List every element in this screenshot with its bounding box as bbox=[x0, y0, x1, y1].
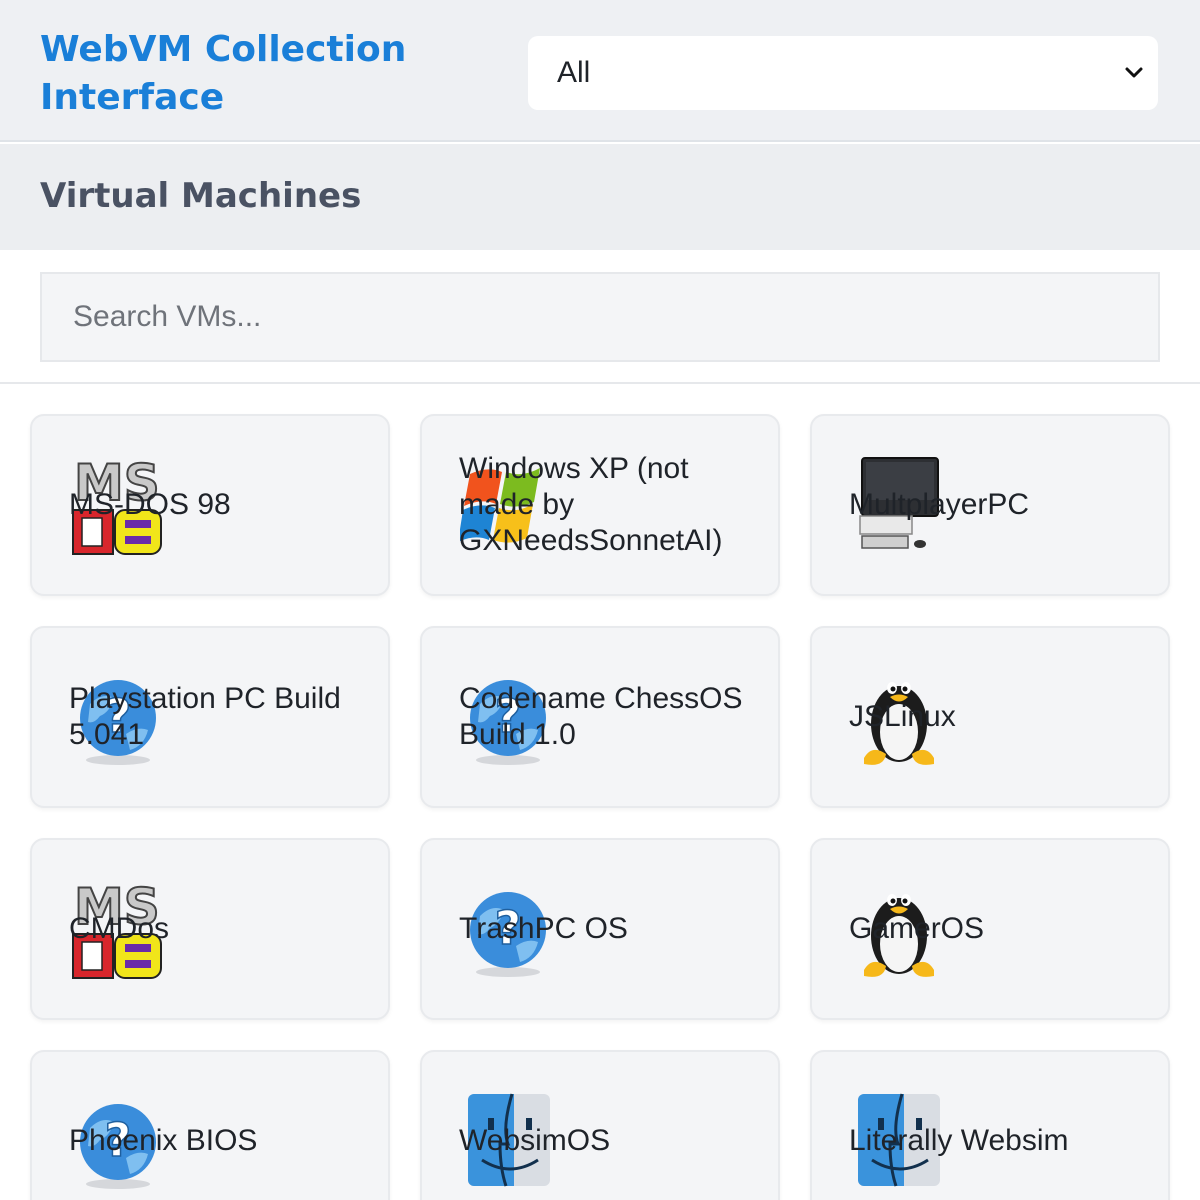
vm-card-label: Windows XP (not made by GXNeedsSonnetAI) bbox=[459, 452, 723, 557]
vm-card[interactable]: ? TrashPC OS bbox=[420, 838, 780, 1020]
vm-card-label: JSLinux bbox=[849, 700, 956, 733]
vm-card[interactable]: MS CMDos bbox=[30, 838, 390, 1020]
app-header: WebVM Collection Interface All bbox=[0, 0, 1200, 142]
vm-card-label: WebsimOS bbox=[459, 1124, 611, 1157]
search-input[interactable] bbox=[40, 272, 1160, 362]
vm-card[interactable]: MultplayerPC bbox=[810, 414, 1170, 596]
vm-card-label: Phoenix BIOS bbox=[69, 1124, 258, 1157]
vm-card[interactable]: MS MS-DOS 98 bbox=[30, 414, 390, 596]
vm-card-label: Playstation PC Build 5.041 bbox=[69, 682, 341, 751]
vm-card[interactable]: Literally Websim bbox=[810, 1050, 1170, 1200]
vm-card-label: TrashPC OS bbox=[459, 912, 628, 945]
filter-selected-value: All bbox=[557, 56, 591, 89]
vm-card-label: GamerOS bbox=[849, 912, 985, 945]
vm-card-label: MultplayerPC bbox=[849, 488, 1030, 521]
category-filter-select[interactable]: All bbox=[528, 36, 1158, 110]
vm-card[interactable]: ? Phoenix BIOS bbox=[30, 1050, 390, 1200]
app-title: WebVM Collection Interface bbox=[40, 29, 407, 118]
search-area bbox=[0, 250, 1200, 384]
vm-card-label: CMDos bbox=[69, 912, 170, 945]
vm-card[interactable]: GamerOS bbox=[810, 838, 1170, 1020]
vm-card[interactable]: Windows XP (not made by GXNeedsSonnetAI) bbox=[420, 414, 780, 596]
vm-card[interactable]: ? Codename ChessOS Build 1.0 bbox=[420, 626, 780, 808]
vm-card[interactable]: JSLinux bbox=[810, 626, 1170, 808]
section-title: Virtual Machines bbox=[40, 176, 362, 216]
vm-card-label: Literally Websim bbox=[849, 1124, 1069, 1157]
vm-card-label: MS-DOS 98 bbox=[69, 488, 231, 521]
chevron-down-icon bbox=[1125, 67, 1143, 78]
vm-card-label: Codename ChessOS Build 1.0 bbox=[459, 682, 743, 751]
vm-card[interactable]: ? Playstation PC Build 5.041 bbox=[30, 626, 390, 808]
vm-card[interactable]: WebsimOS bbox=[420, 1050, 780, 1200]
section-header: Virtual Machines bbox=[0, 144, 1200, 250]
